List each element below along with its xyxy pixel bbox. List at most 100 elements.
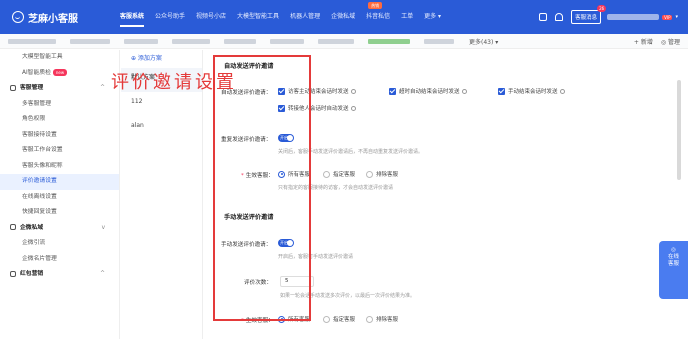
nav-item[interactable]: 机器人管理 [290,0,320,34]
nav-item[interactable]: 视频号小店 [196,0,226,34]
sidebar-item-label: 红包营销 [20,271,44,277]
info-icon [461,88,467,94]
nav-item-label: 客服系统 [120,13,145,20]
sidebar-group[interactable]: 企微私域 v [0,221,119,237]
sidebar-item[interactable]: 企微引流 [0,236,119,252]
sidebar-item-label: 企微引流 [22,240,46,246]
float-label-line2: 客服 [667,261,679,267]
checkbox-checked-icon [498,87,505,95]
top-right-tools: 客服消息 26 VIP ▾ [539,0,678,34]
sidebar-item[interactable]: 客服接待设置 [0,128,119,144]
auto-option-manual-end[interactable]: 手动结束会话时发送 [498,87,565,95]
online-service-float-button[interactable]: ◎ 在线 客服 [659,241,688,299]
sidebar-item-label: 在线离线设置 [22,193,57,200]
account-tab[interactable] [172,38,210,44]
manual-scope-exclude-radio[interactable]: 排除客服 [366,315,398,323]
sidebar-item[interactable]: 快捷回复设置 [0,205,119,221]
smile-logo-icon [12,11,24,23]
vertical-scrollbar[interactable] [677,80,681,180]
account-tab[interactable] [124,38,158,44]
customer-message-button[interactable]: 客服消息 26 [571,5,607,24]
sidebar-item-label: 角色权限 [22,116,46,122]
sidebar-item[interactable]: 客服头像和昵称 [0,159,119,175]
sidebar: 大模型智能工具 AI智能质检 new 客服管理 ^ 多客服管理角色权限客服接待设置 客服工作… [0,50,120,339]
sidebar-item-label: 客服头像和昵称 [22,162,63,169]
option-label: 指定客服 [333,172,356,178]
overlay-annotation-title: 评价邀请设置 [111,72,237,93]
sidebar-item[interactable]: 多客服管理 [0,97,119,113]
sidebar-group[interactable]: 红包营销 ^ [0,267,119,283]
account-tab-active[interactable] [368,38,410,44]
sidebar-item-label: 企微私域 [20,224,44,231]
sidebar-item[interactable]: 客服工作台设置 [0,143,119,159]
nav-item-label: 抖音私信 [366,13,391,20]
sidebar-item[interactable]: 在线离线设置 [0,190,119,206]
sidebar-item-label: AI智能质检 [22,69,51,76]
sidebar-item-label: 大模型智能工具 [22,54,63,60]
app-logo[interactable]: 芝麻小客服 [12,10,98,25]
sidebar-item[interactable]: 角色权限 [0,112,119,128]
customer-message-label: 客服消息 [575,15,598,21]
nav-item[interactable]: 大模型智能工具 [237,0,279,34]
new-badge: new [52,68,68,76]
nav-item[interactable]: 企微私域 [331,0,355,34]
sidebar-item[interactable]: 评价邀请设置 [0,174,119,190]
sidebar-item-label: 多客服管理 [22,100,51,107]
scope-specific-radio[interactable]: 指定客服 [323,170,355,178]
chevron-icon: v [101,224,105,231]
chevron-icon: ^ [100,85,105,91]
plan-item[interactable]: 112 [121,92,202,116]
radio-icon [366,170,373,178]
account-tab[interactable] [224,38,256,44]
account-tab[interactable] [70,38,110,44]
option-label: 排除客服 [376,317,399,323]
account-tabs-bar: 更多(43) ▾ + 新增 ◎ 管理 [0,34,688,49]
nav-item[interactable]: 工单 [401,0,413,34]
sidebar-item-label: 评价邀请设置 [22,178,57,184]
account-tab[interactable] [424,38,454,44]
nav-item[interactable]: 抖音私信 热销 [366,0,390,34]
sidebar-item-label: 客服接待设置 [22,131,57,138]
main-nav: 客服系统 公众号助手 视频号小店 大模型智能工具 机器人管理 企微私域 抖音私信 热销工单 更多… [120,0,452,34]
phone-icon[interactable] [539,13,548,21]
nav-item[interactable]: 客服系统 [120,0,145,34]
add-plan-button[interactable]: ⊕ 添加方案 [121,50,202,68]
nav-item-label: 企微私域 [331,13,356,20]
nav-item-label: 机器人管理 [290,13,321,20]
top-navbar: 芝麻小客服 客服系统 公众号助手 视频号小店 大模型智能工具 机器人管理 企微私域 抖音私信… [0,0,688,34]
hot-badge: 热销 [368,2,383,9]
user-name[interactable] [607,14,660,20]
nav-item[interactable]: 更多 ▾ [424,0,441,34]
info-icon [350,88,356,94]
account-tab[interactable] [270,38,304,44]
add-tab-button[interactable]: + 新增 [634,37,653,46]
sidebar-group[interactable]: 客服管理 ^ [0,81,119,97]
option-label: 手动结束会话时发送 [508,89,558,95]
user-menu-caret[interactable]: ▾ [675,14,678,20]
sidebar-item-label: 客服工作台设置 [22,147,63,153]
radio-icon [323,315,330,323]
account-tab[interactable] [318,38,354,44]
nav-item-label: 更多 ▾ [424,13,442,20]
tabs-more-dropdown[interactable]: 更多(43) ▾ [469,37,498,46]
bell-icon[interactable] [555,13,564,21]
info-icon [350,105,356,111]
nav-item-label: 工单 [401,13,414,20]
scope-exclude-radio[interactable]: 排除客服 [366,170,398,178]
auto-option-timeout-end[interactable]: 超时自动结束会话时发送 [389,87,467,95]
account-tab[interactable] [8,38,56,44]
red-highlight-box [213,55,311,321]
manage-tabs-button[interactable]: ◎ 管理 [661,37,680,46]
sidebar-item[interactable]: 企微名片管理 [0,252,119,268]
group-icon [10,84,16,91]
sidebar-item[interactable]: AI智能质检 new [0,66,119,82]
nav-item-label: 视频号小店 [196,13,227,20]
manual-scope-specific-radio[interactable]: 指定客服 [323,315,355,323]
plan-item[interactable]: alan [121,116,202,140]
sidebar-item-label: 客服管理 [20,85,44,91]
sidebar-item[interactable]: 大模型智能工具 [0,50,119,66]
headset-icon: ◎ [671,247,676,253]
nav-item[interactable]: 公众号助手 [155,0,185,34]
float-label-line1: 在线 [667,254,679,260]
vip-badge: VIP [662,14,673,20]
